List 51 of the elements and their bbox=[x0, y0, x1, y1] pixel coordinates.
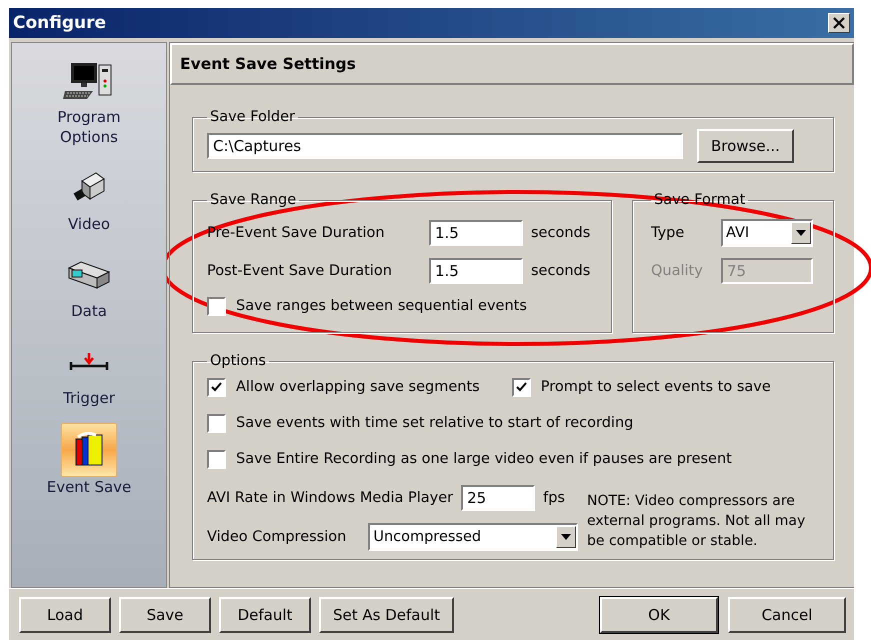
trigger-icon bbox=[69, 352, 109, 372]
field-label: Video Compression bbox=[207, 529, 346, 545]
sidebar-item-label[interactable]: Trigger bbox=[34, 388, 144, 408]
checkmark-icon bbox=[516, 382, 527, 392]
duration-field[interactable]: 1.5 bbox=[429, 258, 523, 284]
checkbox-label[interactable]: Prompt to select events to save bbox=[540, 379, 771, 395]
dialog-button[interactable]: OK bbox=[600, 597, 718, 633]
footer-button[interactable]: Set As Default bbox=[319, 597, 454, 633]
selected-icon-tile[interactable] bbox=[61, 423, 117, 477]
sidebar-item-label[interactable]: Event Save bbox=[34, 477, 144, 497]
checkmark-icon bbox=[211, 382, 222, 392]
close-icon bbox=[833, 17, 845, 29]
checkbox[interactable] bbox=[207, 378, 226, 396]
group-legend: Options bbox=[207, 353, 269, 369]
checkbox[interactable] bbox=[512, 378, 531, 396]
caret-icon bbox=[796, 230, 806, 236]
footer-button[interactable]: Default bbox=[219, 597, 311, 633]
footer-button[interactable]: Save bbox=[119, 597, 211, 633]
sidebar-item-label[interactable]: Data bbox=[34, 301, 144, 321]
group-legend: Save Folder bbox=[207, 109, 298, 125]
note-text: NOTE: Video compressors are external programs. Not all may be compatible or stable. bbox=[587, 492, 806, 551]
compression-dropdown[interactable]: Uncompressed bbox=[368, 523, 578, 551]
checkbox[interactable] bbox=[207, 414, 226, 432]
unit-label: seconds bbox=[531, 225, 590, 241]
checkbox[interactable] bbox=[207, 450, 226, 468]
checkbox-label[interactable]: Save ranges between sequential events bbox=[236, 298, 527, 314]
browse-button[interactable]: Browse... bbox=[697, 129, 794, 163]
caret-icon bbox=[561, 534, 572, 540]
type-dropdown[interactable]: AVI bbox=[721, 219, 813, 247]
checkbox[interactable] bbox=[207, 296, 226, 316]
group-legend: Save Range bbox=[207, 192, 300, 208]
window-title: Configure bbox=[13, 13, 106, 33]
field-label: AVI Rate in Windows Media Player bbox=[207, 490, 454, 506]
checkbox-label[interactable]: Allow overlapping save segments bbox=[236, 379, 480, 395]
recorder-icon bbox=[67, 260, 111, 290]
field-label: Pre-Event Save Duration bbox=[207, 225, 386, 241]
rate-field[interactable]: 25 bbox=[461, 485, 536, 511]
checkbox-label[interactable]: Save events with time set relative to start of recording bbox=[236, 415, 634, 431]
footer-button[interactable]: Load bbox=[19, 597, 111, 633]
section-title: Event Save Settings bbox=[180, 55, 356, 73]
sidebar-item-label[interactable]: Program Options bbox=[34, 107, 144, 147]
checkbox-label[interactable]: Save Entire Recording as one large video even if pauses are present bbox=[236, 451, 732, 467]
field-label: Post-Event Save Duration bbox=[207, 263, 393, 279]
dialog-button[interactable]: Cancel bbox=[728, 597, 846, 633]
field-label: Type bbox=[651, 225, 686, 241]
close-button[interactable] bbox=[828, 13, 850, 33]
unit-label: seconds bbox=[531, 263, 590, 279]
duration-field[interactable]: 1.5 bbox=[429, 220, 523, 246]
unit-label: fps bbox=[543, 490, 565, 506]
folder-path-field[interactable]: C:\Captures bbox=[207, 133, 683, 159]
sidebar-item-label[interactable]: Video bbox=[34, 214, 144, 234]
